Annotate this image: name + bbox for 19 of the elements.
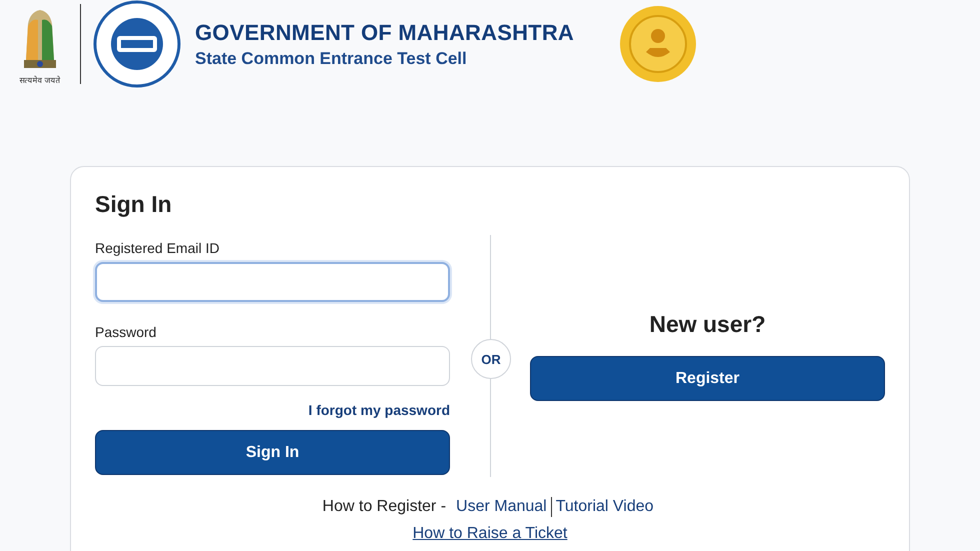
sign-in-button[interactable]: Sign In — [95, 430, 450, 475]
email-label: Registered Email ID — [95, 240, 220, 256]
password-label: Password — [95, 324, 158, 340]
help-link[interactable]: Tutorial Video — [552, 498, 658, 516]
seal-icon — [618, 4, 698, 84]
password-field[interactable] — [95, 346, 450, 386]
email-field[interactable] — [95, 262, 450, 302]
new-user-heading: New user? — [648, 311, 767, 338]
help-text: How to Register - — [322, 498, 446, 516]
register-button[interactable]: Register — [530, 356, 885, 401]
help-link[interactable]: User Manual — [452, 498, 551, 516]
motto-text: सत्यमेव जयते — [20, 74, 60, 84]
or-separator: OR — [471, 339, 511, 379]
forgot-password-link[interactable]: I forgot my password — [308, 402, 450, 418]
header-title: GOVERNMENT OF MAHARASHTRA — [195, 20, 574, 46]
cet-logo-icon — [93, 0, 181, 88]
ticket-link[interactable]: How to Raise a Ticket — [412, 525, 568, 543]
header-subtitle: State Common Entrance Test Cell — [195, 48, 468, 68]
sign-in-heading: Sign In — [95, 191, 173, 218]
